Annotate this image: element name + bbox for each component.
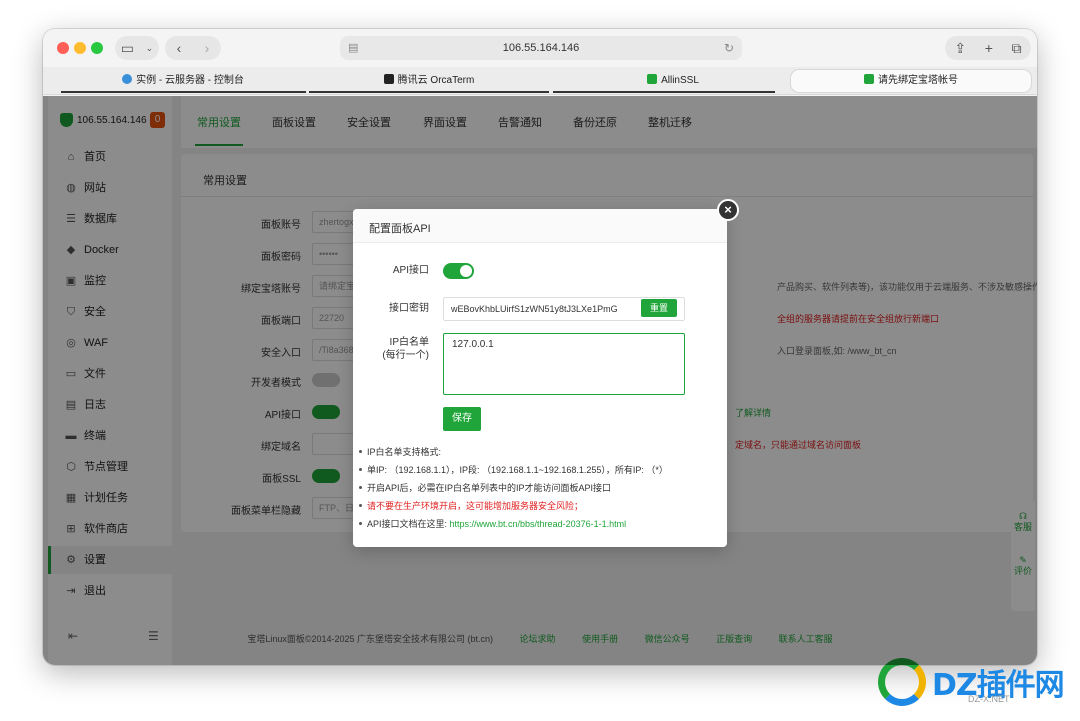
- ssl-icon: [647, 74, 658, 84]
- api-label: API接口: [392, 265, 429, 276]
- tab-tencent-console[interactable]: 实例 - 云服务器 - 控制台: [63, 70, 303, 92]
- minimize-window-button[interactable]: [74, 42, 86, 54]
- tabs-overview-icon[interactable]: ⧉: [1012, 40, 1022, 57]
- share-icon[interactable]: ⇪: [954, 40, 966, 57]
- sidebar-toggle-button[interactable]: ▭ ⌄: [115, 36, 159, 60]
- note-format: IP白名单支持格式:: [357, 443, 723, 461]
- page-icon: ▤: [348, 42, 359, 54]
- whitelist-sublabel: (每行一个): [382, 350, 429, 361]
- tab-allinssl[interactable]: AllinSSL: [553, 70, 793, 92]
- tab-strip: 实例 - 云服务器 - 控制台 腾讯云 OrcaTerm AllinSSL 请先…: [43, 67, 1037, 95]
- watermark-subtext: DZ-X.NET: [968, 694, 1010, 704]
- whitelist-label: IP白名单: [389, 337, 429, 348]
- note-examples: 单IP: （192.168.1.1），IP段: （192.168.1.1~192…: [357, 461, 723, 479]
- maximize-window-button[interactable]: [91, 42, 103, 54]
- note-doc: API接口文档在这里: https://www.bt.cn/bbs/thread…: [357, 515, 723, 533]
- back-icon[interactable]: ‹: [177, 40, 182, 56]
- api-enable-toggle[interactable]: [443, 263, 474, 279]
- ip-whitelist-textarea[interactable]: 127.0.0.1: [443, 333, 685, 395]
- reload-icon[interactable]: ↻: [724, 36, 734, 60]
- note-whitelist-required: 开启API后，必需在IP白名单列表中的IP才能访问面板API接口: [357, 479, 723, 497]
- tab-divider: [61, 91, 306, 93]
- cloud-icon: [122, 74, 133, 84]
- new-tab-icon[interactable]: +: [985, 40, 993, 56]
- browser-toolbar: ▭ ⌄ ‹ › ▤ 106.55.164.146 ↻ ⇪ + ⧉: [43, 29, 1037, 67]
- tab-divider: [309, 91, 549, 93]
- save-button[interactable]: 保存: [443, 407, 481, 431]
- dialog-header: 配置面板API: [353, 209, 727, 243]
- history-nav: ‹ ›: [165, 36, 221, 60]
- bt-panel-page: 106.55.164.146 0 ⌂ 首页 ◍ 网站 ☰ 数据库 ◆ Docker ▣ 监…: [43, 96, 1037, 665]
- forward-icon[interactable]: ›: [205, 40, 210, 56]
- terminal-icon: [383, 74, 394, 84]
- reset-key-button[interactable]: 重置: [641, 299, 677, 317]
- api-doc-link[interactable]: https://www.bt.cn/bbs/thread-20376-1-1.h…: [450, 519, 627, 529]
- note-production-warning: 请不要在生产环境开启，这可能增加服务器安全风险；: [357, 497, 723, 515]
- tab-orcaterm[interactable]: 腾讯云 OrcaTerm: [309, 70, 549, 92]
- address-bar[interactable]: ▤ 106.55.164.146 ↻: [340, 36, 742, 60]
- watermark-logo-icon: [878, 658, 926, 706]
- browser-actions: ⇪ + ⧉: [945, 36, 1031, 60]
- dialog-title: 配置面板API: [369, 223, 431, 235]
- api-config-dialog: 配置面板API × API接口 接口密钥 wEBovKhbLUirfS1zWN5…: [353, 199, 739, 547]
- tab-bind-bt-account[interactable]: 请先绑定宝塔帐号: [791, 70, 1031, 92]
- key-label: 接口密钥: [389, 303, 429, 314]
- browser-window: ▭ ⌄ ‹ › ▤ 106.55.164.146 ↻ ⇪ + ⧉ 实例 - 云服…: [43, 29, 1037, 665]
- close-icon[interactable]: ×: [717, 199, 739, 221]
- tab-divider: [553, 91, 775, 93]
- sidebar-icon: ▭: [120, 39, 135, 56]
- api-notes-list: IP白名单支持格式: 单IP: （192.168.1.1），IP段: （192.…: [357, 443, 723, 533]
- bt-shield-icon: [864, 74, 874, 84]
- close-window-button[interactable]: [57, 42, 69, 54]
- chevron-down-icon: ⌄: [145, 42, 154, 53]
- address-text: 106.55.164.146: [502, 42, 580, 54]
